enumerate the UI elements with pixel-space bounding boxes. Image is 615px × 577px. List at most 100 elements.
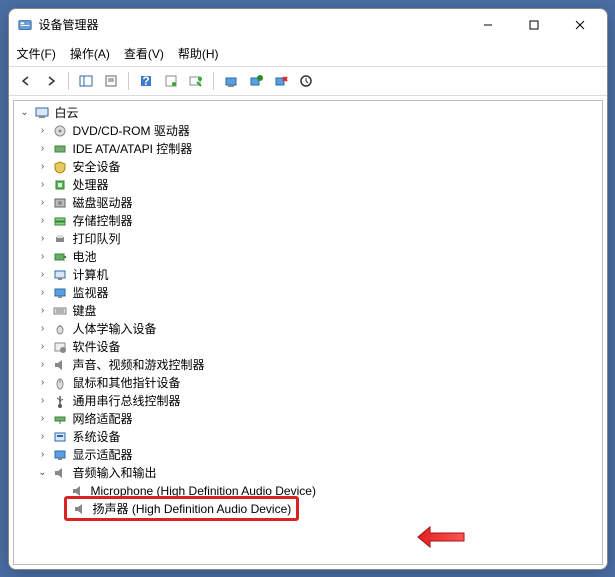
back-button[interactable] bbox=[15, 70, 37, 92]
expand-icon[interactable]: › bbox=[36, 449, 50, 460]
display-icon bbox=[52, 447, 68, 463]
uninstall-device-button[interactable] bbox=[245, 70, 267, 92]
expand-icon[interactable]: › bbox=[36, 215, 50, 226]
expand-icon[interactable]: › bbox=[36, 413, 50, 424]
category-label: IDE ATA/ATAPI 控制器 bbox=[71, 139, 195, 158]
expand-icon[interactable]: › bbox=[36, 179, 50, 190]
disc-icon bbox=[52, 123, 68, 139]
category-label: 声音、视频和游戏控制器 bbox=[71, 355, 207, 374]
tree-category[interactable]: › 鼠标和其他指针设备 bbox=[14, 374, 602, 392]
expand-icon[interactable]: › bbox=[36, 161, 50, 172]
tree-device-speaker[interactable]: 扬声器 (High Definition Audio Device) bbox=[14, 500, 602, 518]
tree-category[interactable]: › 监视器 bbox=[14, 284, 602, 302]
annotation-arrow-icon bbox=[416, 525, 466, 549]
expand-icon[interactable]: › bbox=[36, 341, 50, 352]
show-hide-tree-button[interactable] bbox=[75, 70, 97, 92]
properties-button[interactable] bbox=[100, 70, 122, 92]
tree-category[interactable]: › 处理器 bbox=[14, 176, 602, 194]
tree-category[interactable]: › 通用串行总线控制器 bbox=[14, 392, 602, 410]
hid-icon bbox=[52, 321, 68, 337]
keyboard-icon bbox=[52, 303, 68, 319]
tree-category[interactable]: ›存储控制器 bbox=[14, 212, 602, 230]
expand-icon[interactable]: › bbox=[36, 197, 50, 208]
tree-category[interactable]: › 磁盘驱动器 bbox=[14, 194, 602, 212]
tree-category[interactable]: › 键盘 bbox=[14, 302, 602, 320]
mouse-icon bbox=[52, 375, 68, 391]
tree-category[interactable]: › IDE ATA/ATAPI 控制器 bbox=[14, 140, 602, 158]
expand-icon[interactable]: › bbox=[36, 269, 50, 280]
category-label: 鼠标和其他指针设备 bbox=[71, 373, 183, 392]
category-label: 系统设备 bbox=[71, 427, 123, 446]
expand-icon[interactable]: › bbox=[36, 233, 50, 244]
category-label: DVD/CD-ROM 驱动器 bbox=[71, 121, 192, 140]
tree-category[interactable]: › 显示适配器 bbox=[14, 446, 602, 464]
close-button[interactable] bbox=[557, 9, 603, 41]
category-label: 监视器 bbox=[71, 283, 111, 302]
usb-icon bbox=[52, 393, 68, 409]
network-icon bbox=[52, 411, 68, 427]
tree-category[interactable]: › 声音、视频和游戏控制器 bbox=[14, 356, 602, 374]
cpu-icon bbox=[52, 177, 68, 193]
monitor-icon bbox=[52, 285, 68, 301]
menu-help[interactable]: 帮助(H) bbox=[178, 45, 219, 62]
battery-icon bbox=[52, 249, 68, 265]
action-button[interactable] bbox=[160, 70, 182, 92]
scan-hardware-button[interactable] bbox=[185, 70, 207, 92]
update-driver-button[interactable] bbox=[220, 70, 242, 92]
tree-category[interactable]: › 软件设备 bbox=[14, 338, 602, 356]
highlight-box: 扬声器 (High Definition Audio Device) bbox=[64, 496, 300, 521]
tree-category[interactable]: › 计算机 bbox=[14, 266, 602, 284]
category-label: 键盘 bbox=[71, 301, 99, 320]
category-label: 计算机 bbox=[71, 265, 111, 284]
printer-icon bbox=[52, 231, 68, 247]
system-icon bbox=[52, 429, 68, 445]
expand-icon[interactable]: › bbox=[36, 143, 50, 154]
enable-device-button[interactable] bbox=[295, 70, 317, 92]
maximize-button[interactable] bbox=[511, 9, 557, 41]
tree-category[interactable]: › DVD/CD-ROM 驱动器 bbox=[14, 122, 602, 140]
menu-view[interactable]: 查看(V) bbox=[124, 45, 164, 62]
category-label: 软件设备 bbox=[71, 337, 123, 356]
expand-icon[interactable]: › bbox=[36, 377, 50, 388]
tree-category[interactable]: ›安全设备 bbox=[14, 158, 602, 176]
expand-icon[interactable]: › bbox=[36, 287, 50, 298]
tree-category[interactable]: › 系统设备 bbox=[14, 428, 602, 446]
tree-category[interactable]: ›打印队列 bbox=[14, 230, 602, 248]
expand-icon[interactable]: ⌄ bbox=[36, 467, 50, 478]
window-title: 设备管理器 bbox=[39, 16, 465, 33]
storage-icon bbox=[52, 213, 68, 229]
tree-category[interactable]: › 电池 bbox=[14, 248, 602, 266]
sound-icon bbox=[52, 357, 68, 373]
expand-icon[interactable]: › bbox=[36, 125, 50, 136]
expand-icon[interactable]: › bbox=[36, 323, 50, 334]
expand-icon[interactable]: › bbox=[36, 359, 50, 370]
help-button[interactable]: ? bbox=[135, 70, 157, 92]
menu-action[interactable]: 操作(A) bbox=[70, 45, 110, 62]
minimize-button[interactable] bbox=[465, 9, 511, 41]
expand-icon[interactable]: ⌄ bbox=[18, 107, 32, 118]
device-manager-window: 设备管理器 文件(F) 操作(A) 查看(V) 帮助(H) ? ⌄ bbox=[8, 8, 608, 570]
device-tree[interactable]: ⌄ 白云 › DVD/CD-ROM 驱动器 › IDE ATA/ATAPI 控制器›安… bbox=[13, 100, 603, 565]
expand-icon[interactable]: › bbox=[36, 251, 50, 262]
computer-icon bbox=[52, 267, 68, 283]
tree-root[interactable]: ⌄ 白云 bbox=[14, 104, 602, 122]
category-label: 显示适配器 bbox=[71, 445, 135, 464]
root-label: 白云 bbox=[53, 103, 81, 122]
tree-category-audio[interactable]: ⌄ 音频输入和输出 bbox=[14, 464, 602, 482]
category-label: 磁盘驱动器 bbox=[71, 193, 135, 212]
forward-button[interactable] bbox=[40, 70, 62, 92]
category-label: 处理器 bbox=[71, 175, 111, 194]
tree-category[interactable]: ›人体学输入设备 bbox=[14, 320, 602, 338]
menubar: 文件(F) 操作(A) 查看(V) 帮助(H) bbox=[9, 41, 607, 67]
expand-icon[interactable]: › bbox=[36, 431, 50, 442]
category-label: 通用串行总线控制器 bbox=[71, 391, 183, 410]
titlebar: 设备管理器 bbox=[9, 9, 607, 41]
disable-device-button[interactable] bbox=[270, 70, 292, 92]
expand-icon[interactable]: › bbox=[36, 395, 50, 406]
menu-file[interactable]: 文件(F) bbox=[17, 45, 56, 62]
tree-category[interactable]: ›网络适配器 bbox=[14, 410, 602, 428]
category-label: 电池 bbox=[71, 247, 99, 266]
expand-icon[interactable]: › bbox=[36, 305, 50, 316]
disk-icon bbox=[52, 195, 68, 211]
speaker-icon bbox=[52, 465, 68, 481]
